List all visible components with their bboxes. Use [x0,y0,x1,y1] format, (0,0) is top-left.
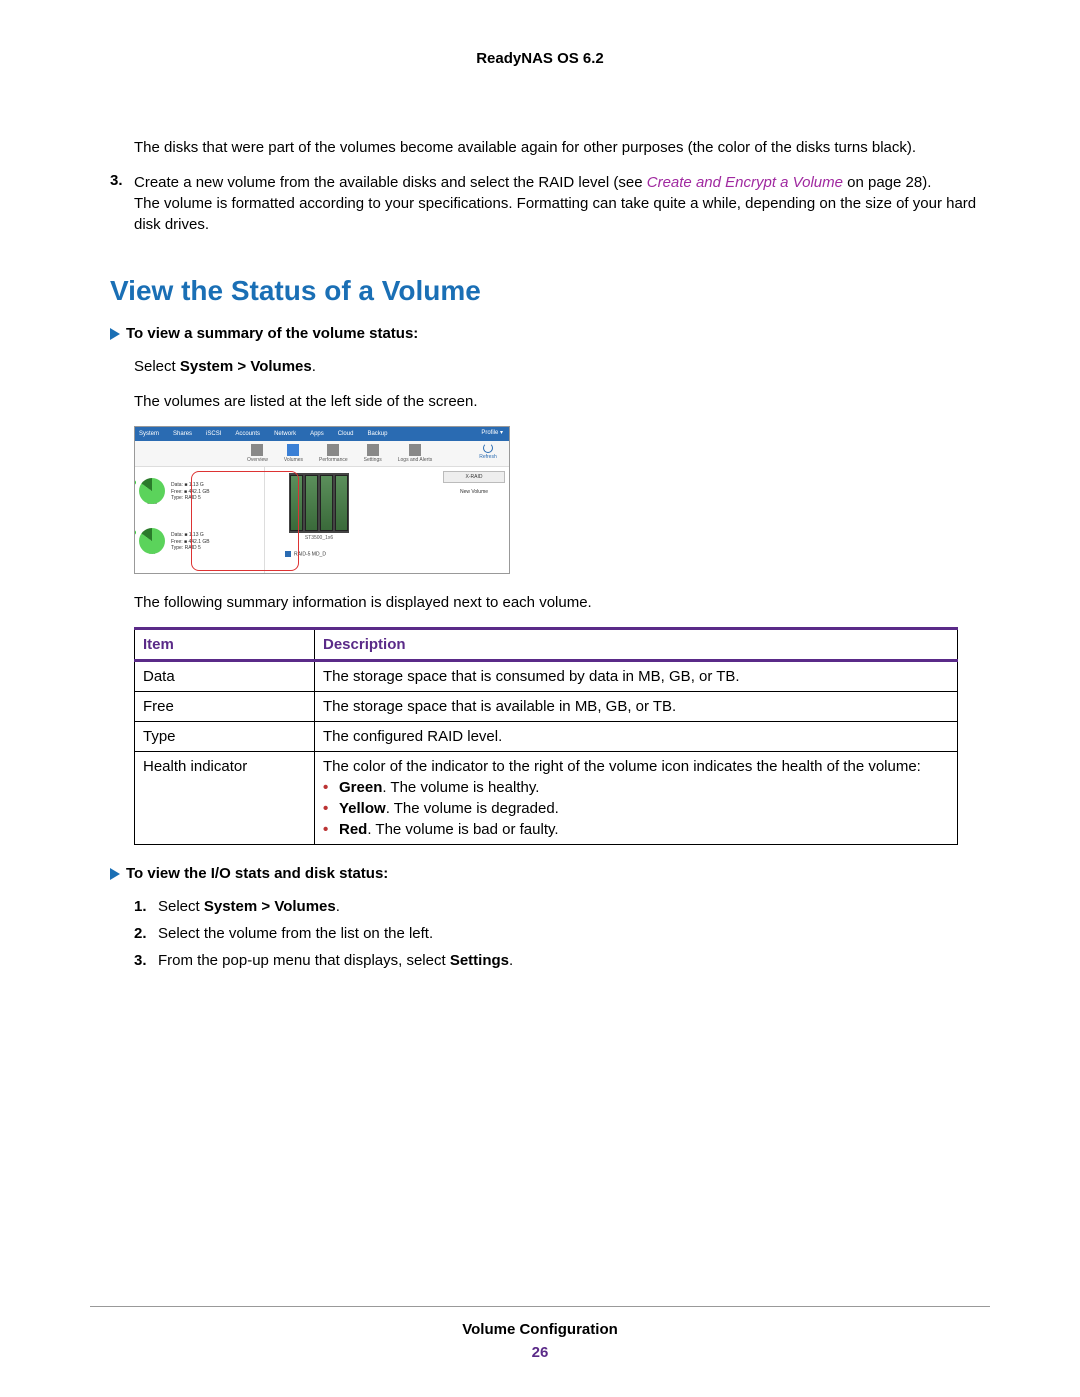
subnav-settings: Settings [364,444,382,463]
nav-backup: Backup [367,431,387,437]
vol2-type: Type: RAID 5 [171,545,210,552]
fig-drive-bay: ST3500_1x6 RAID-5 MD_D [265,467,439,574]
footer-page-number: 26 [0,1344,1080,1361]
proc1-step-bold: System > Volumes [180,358,312,375]
table-row: Type The configured RAID level. [135,722,958,752]
bullet-icon: • [323,821,339,838]
page-footer: Volume Configuration 26 [0,1321,1080,1361]
volume-entry-2: vol Data: ■ 1.13 G Free: ■ 442.1 GB Type… [139,521,260,563]
xraid-button: X-RAID [443,471,505,483]
volume-entry-1: data Data: ■ 1.13 G Free: ■ 442.1 GB Typ… [139,471,260,513]
health-red-b: Red [339,821,367,838]
triangle-icon [110,328,120,340]
proc2-step1: 1. Select System > Volumes. [134,896,990,917]
nav-shares: Shares [173,431,192,437]
health-dot-icon [134,480,136,485]
drive-box-icon [289,473,349,533]
step3-text-b: on page 28). [843,174,931,191]
proc2-step2: 2. Select the volume from the list on th… [134,923,990,944]
vol1-type: Type: RAID 5 [171,495,210,502]
proc1-note: The volumes are listed at the left side … [134,391,990,412]
step-number-3: 3. [110,172,134,235]
volumes-screenshot: System Shares iSCSI Accounts Network App… [134,426,510,574]
page-header: ReadyNAS OS 6.2 [90,50,990,67]
cell-desc: The storage space that is consumed by da… [315,661,958,692]
s1a: Select [158,898,204,915]
table-row: Free The storage space that is available… [135,692,958,722]
new-volume-label: New Volume [443,489,505,495]
nav-apps: Apps [310,431,324,437]
s3a: From the pop-up menu that displays, sele… [158,952,450,969]
health-yellow-b: Yellow [339,800,386,817]
summary-table: Item Description Data The storage space … [134,627,958,845]
after-fig-text: The following summary information is dis… [134,592,990,613]
subnav-volumes: Volumes [284,444,303,463]
subnav-performance: Performance [319,444,348,463]
s3b: Settings [450,952,509,969]
subnav-logs: Logs and Alerts [398,444,432,463]
health-red-t: . The volume is bad or faulty. [367,821,558,838]
footer-section: Volume Configuration [0,1321,1080,1338]
cell-desc: The configured RAID level. [315,722,958,752]
bullet-icon: • [323,800,339,817]
nav-system: System [139,431,159,437]
cell-item-health: Health indicator [135,752,315,845]
bullet-icon: • [323,779,339,796]
footer-rule [90,1306,990,1307]
cell-desc: The storage space that is available in M… [315,692,958,722]
pie-icon [139,478,165,504]
s3c: . [509,952,513,969]
health-yellow-t: . The volume is degraded. [386,800,559,817]
cell-item: Free [135,692,315,722]
fig-subnav: Overview Volumes Performance Settings Lo… [135,441,509,467]
fig-right-panel: X-RAID New Volume [439,467,509,574]
proc1-step: Select System > Volumes. [134,356,990,377]
step-3-content: Create a new volume from the available d… [134,172,990,235]
s1b: System > Volumes [204,898,336,915]
vol2-data: Data: ■ 1.13 G [171,532,210,539]
fig-volume-list: data Data: ■ 1.13 G Free: ■ 442.1 GB Typ… [135,467,265,574]
th-item: Item [135,629,315,661]
intro-paragraph: The disks that were part of the volumes … [134,137,990,158]
subnav-overview: Overview [247,444,268,463]
vol1-data: Data: ■ 1.13 G [171,482,210,489]
procedure2-title: To view the I/O stats and disk status: [126,865,388,882]
proc1-step-c: . [312,358,316,375]
health-intro: The color of the indicator to the right … [323,758,949,775]
cell-item: Type [135,722,315,752]
health-green-t: . The volume is healthy. [382,779,539,796]
table-row-health: Health indicator The color of the indica… [135,752,958,845]
raid-badge: RAID-5 MD_D [285,551,433,557]
step3-text-c: The volume is formatted according to you… [134,193,990,235]
proc2-step3: 3. From the pop-up menu that displays, s… [134,950,990,971]
refresh-icon: Refresh [473,443,503,460]
fig-topnav: System Shares iSCSI Accounts Network App… [135,427,509,441]
nav-accounts: Accounts [235,431,260,437]
cell-item: Data [135,661,315,692]
nav-network: Network [274,431,296,437]
proc1-step-a: Select [134,358,180,375]
drive-model: ST3500_1x6 [289,535,349,541]
s2: Select the volume from the list on the l… [158,923,433,944]
triangle-icon [110,868,120,880]
health-dot-icon [134,530,136,535]
s1c: . [336,898,340,915]
health-green-b: Green [339,779,382,796]
table-row: Data The storage space that is consumed … [135,661,958,692]
cell-desc-health: The color of the indicator to the right … [315,752,958,845]
nav-profile: Profile ▾ [481,429,503,436]
nav-iscsi: iSCSI [206,431,221,437]
section-heading: View the Status of a Volume [110,275,990,307]
create-encrypt-link[interactable]: Create and Encrypt a Volume [647,174,843,191]
nav-cloud: Cloud [338,431,354,437]
pie-icon [139,528,165,554]
step3-text-a: Create a new volume from the available d… [134,174,647,191]
th-description: Description [315,629,958,661]
procedure1-title: To view a summary of the volume status: [126,325,418,342]
